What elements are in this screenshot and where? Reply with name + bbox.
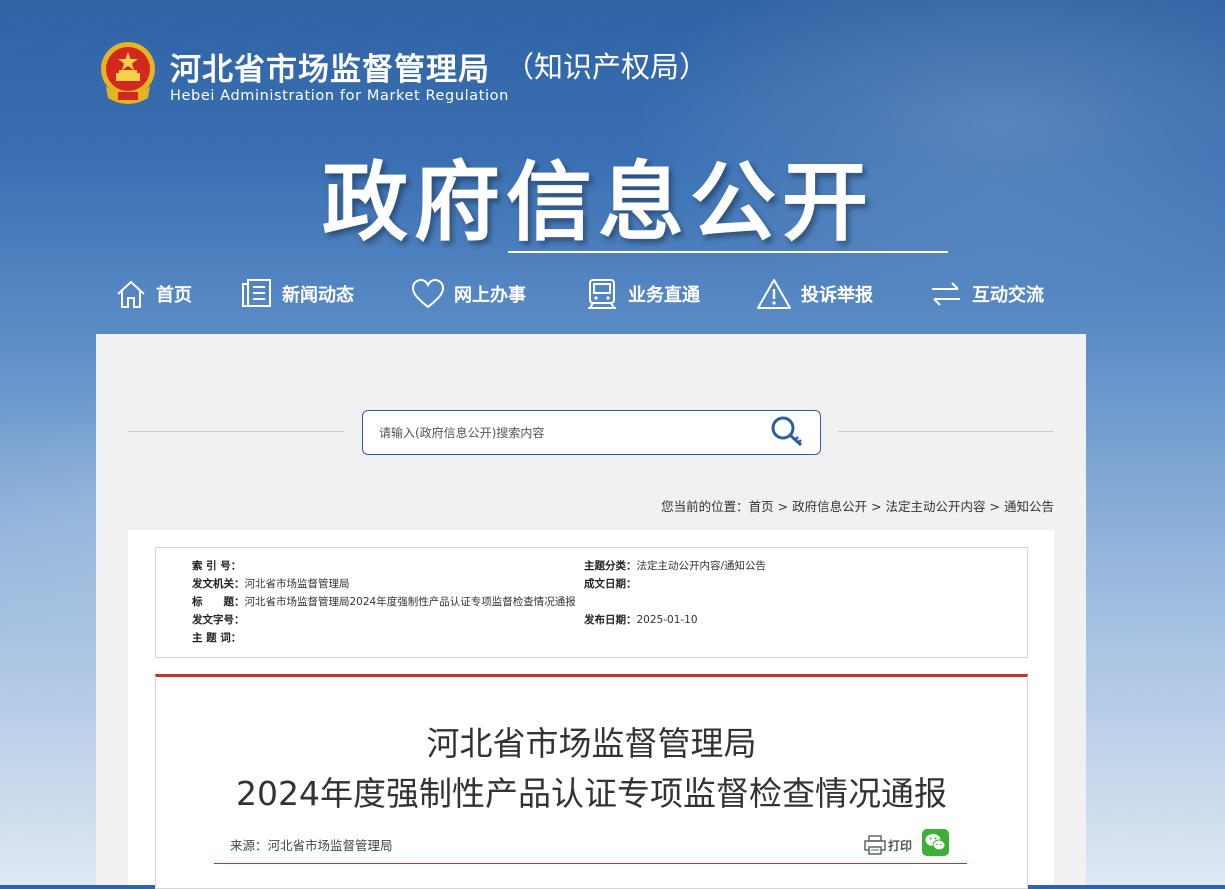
nav-item-online-service[interactable]: 网上办事: [410, 272, 526, 316]
nav-item-complaint[interactable]: 投诉举报: [755, 272, 873, 316]
nav-label-online-service: 网上办事: [454, 285, 526, 306]
breadcrumb-separator: >: [985, 499, 1004, 514]
meta-keywords: 主 题 词：: [192, 632, 242, 644]
heart-icon: [411, 278, 445, 309]
nav-item-interaction[interactable]: 互动交流: [928, 272, 1044, 316]
article-header-divider: [214, 863, 967, 864]
article-source: 来源：河北省市场监督管理局: [230, 838, 393, 853]
wechat-share-button[interactable]: [922, 829, 949, 856]
breadcrumb-prefix: 您当前的位置：: [661, 499, 749, 514]
breadcrumb-item-gov-info[interactable]: 政府信息公开: [792, 499, 867, 514]
search-input[interactable]: [377, 421, 761, 445]
breadcrumb-separator: >: [867, 499, 886, 514]
printer-icon: [864, 835, 886, 855]
article: 河北省市场监督管理局 2024年度强制性产品认证专项监督检查情况通报 来源：河北…: [155, 674, 1028, 889]
search-divider-right: [838, 431, 1054, 432]
nav-label-interaction: 互动交流: [972, 285, 1044, 306]
meta-created-date: 成文日期：: [584, 578, 637, 590]
search-icon: [771, 416, 803, 447]
nav-item-home[interactable]: 首页: [114, 272, 192, 316]
search-box: [362, 410, 821, 455]
print-button[interactable]: 打印: [864, 835, 912, 855]
news-icon: [242, 279, 271, 307]
document-metadata: 索 引 号： 主题分类：法定主动公开内容/通知公告 发文机关：河北省市场监督管理…: [155, 547, 1028, 658]
nav-label-home: 首页: [156, 285, 192, 306]
breadcrumb-separator: >: [773, 499, 793, 514]
train-icon: [588, 279, 616, 309]
exchange-icon: [932, 282, 960, 306]
nav-item-news[interactable]: 新闻动态: [240, 272, 354, 316]
nav-label-complaint: 投诉举报: [801, 285, 873, 306]
meta-title: 标 题：河北省市场监督管理局2024年度强制性产品认证专项监督检查情况通报: [192, 596, 576, 608]
breadcrumb-item-notices[interactable]: 通知公告: [1004, 499, 1054, 514]
hero-title: 政府信息公开: [322, 153, 874, 253]
search-button[interactable]: [769, 414, 809, 450]
meta-published-date: 发布日期：2025-01-10: [584, 614, 698, 626]
meta-issuer: 发文机关：河北省市场监督管理局: [192, 578, 350, 590]
nav-label-news: 新闻动态: [282, 285, 354, 306]
breadcrumb-item-home[interactable]: 首页: [749, 499, 774, 514]
meta-topic: 主题分类：法定主动公开内容/通知公告: [584, 560, 767, 572]
search-divider-left: [128, 431, 344, 432]
national-emblem-logo: [98, 40, 158, 106]
site-title-english: Hebei Administration for Market Regulati…: [170, 88, 509, 104]
warning-icon: [757, 279, 791, 309]
breadcrumb: 您当前的位置：首页 > 政府信息公开 > 法定主动公开内容 > 通知公告: [661, 496, 1054, 515]
nav-item-business[interactable]: 业务直通: [584, 272, 700, 316]
nav-label-business: 业务直通: [628, 285, 700, 306]
home-icon: [117, 280, 145, 308]
print-label: 打印: [888, 838, 913, 853]
article-title-line2: 2024年度强制性产品认证专项监督检查情况通报: [236, 774, 947, 813]
hero-underline: [508, 251, 948, 253]
meta-doc-number: 发文字号：: [192, 614, 245, 626]
breadcrumb-item-statutory[interactable]: 法定主动公开内容: [886, 499, 986, 514]
meta-index: 索 引 号：: [192, 560, 242, 572]
site-title-suffix: （知识产权局）: [505, 50, 709, 84]
wechat-icon: [925, 834, 946, 851]
site-title: 河北省市场监督管理局: [170, 52, 490, 88]
article-title-line1: 河北省市场监督管理局: [426, 724, 757, 763]
